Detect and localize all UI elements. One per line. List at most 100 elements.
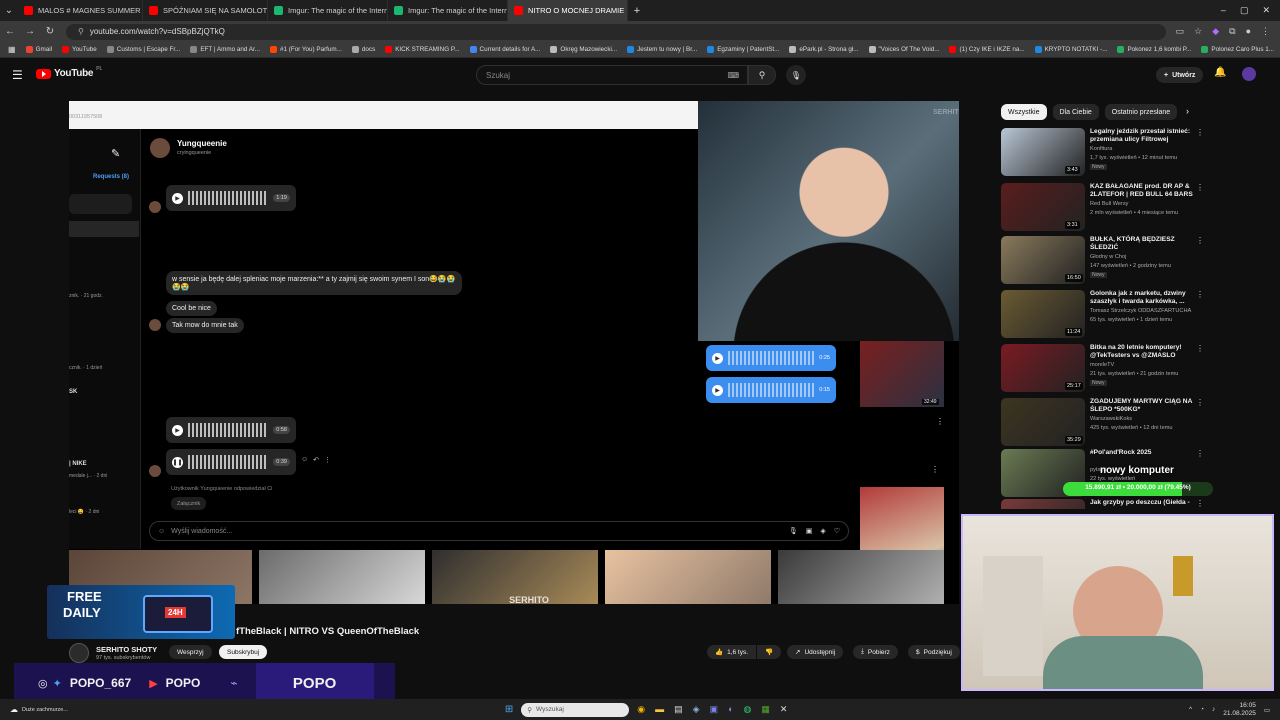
rec-title[interactable]: KAZ BAŁAGANE prod. DR AP & 2LATEFOR | RE…	[1090, 183, 1196, 199]
rec-channel[interactable]: moreleTV	[1090, 362, 1114, 368]
share-button[interactable]: ↗ Udostępnij	[787, 645, 844, 659]
search-button[interactable]: ⚲	[748, 65, 776, 85]
browser-tab[interactable]: NITRO O MOCNEJ DRAMIE🔊✕	[508, 0, 628, 21]
bookmark-item[interactable]: Customs | Escape Fr...	[106, 46, 180, 53]
browser-tab[interactable]: Imgur: The magic of the Intern✕	[388, 0, 508, 21]
obs-icon[interactable]: ✕	[780, 704, 788, 715]
browser-tab[interactable]: SPÓŹNIAM SIĘ NA SAMOLOT✕	[143, 0, 268, 21]
bookmark-item[interactable]: #1 (For You) Parfum...	[269, 46, 342, 53]
rec-channel[interactable]: WarszawskiKoks	[1090, 416, 1132, 422]
rec-title[interactable]: Bitka na 20 letnie komputery! @TekTester…	[1090, 344, 1196, 360]
bookmark-item[interactable]: ePark.pl - Strona gł...	[789, 46, 859, 53]
folder-icon[interactable]: ▬	[655, 704, 664, 715]
recommendation-item[interactable]: Jak grzyby po deszczu (Giełda - ...⋮	[1001, 499, 1201, 509]
rec-more-icon[interactable]: ⋮	[1196, 128, 1204, 137]
url-field[interactable]: ⚲ youtube.com/watch?v=dSBpBZjQTkQ	[66, 23, 1166, 40]
close-window-icon[interactable]: ✕	[1262, 5, 1270, 16]
account-avatar[interactable]	[1242, 67, 1256, 81]
rec-more-icon[interactable]: ⋮	[1196, 398, 1204, 407]
voice-message-playing[interactable]: ❚❚ 0:39	[166, 449, 296, 475]
pause-icon[interactable]: ❚❚	[172, 456, 183, 468]
tab-search-icon[interactable]: ⌄	[0, 5, 18, 16]
keyboard-icon[interactable]: ⌨	[727, 71, 739, 80]
voice-message[interactable]: ▶ 0:58	[166, 417, 296, 443]
browser-tab[interactable]: MALOS # MAGNES SUMMER✕	[18, 0, 143, 21]
play-icon[interactable]: ▶	[172, 192, 183, 204]
rec-channel[interactable]: Konfitura	[1090, 146, 1112, 152]
maximize-icon[interactable]: ▢	[1240, 5, 1249, 16]
channel-avatar[interactable]	[69, 643, 89, 663]
rec-channel[interactable]: Tomasz Strzelczyk ODDASZFARTUCHA	[1090, 308, 1191, 314]
youtube-logo[interactable]: YouTube PL	[36, 66, 102, 79]
recommendation-item[interactable]: 35:29 ZGADUJEMY MARTWY CIĄG NA ŚLEPO *500…	[1001, 398, 1204, 448]
recommendation-item[interactable]: 3:43 Legalny jeździk przestał istnieć: pr…	[1001, 128, 1204, 178]
rec-title[interactable]: ZGADUJEMY MARTWY CIĄG NA ŚLEPO *500KG*	[1090, 398, 1196, 414]
bookmark-item[interactable]: Jestem tu nowy | Br...	[627, 46, 697, 53]
bookmark-item[interactable]: (1) Czy IKE i IKZE na...	[949, 46, 1025, 53]
hamburger-menu-icon[interactable]: ☰	[12, 68, 23, 82]
network-icon[interactable]: ◔	[1200, 706, 1204, 713]
like-button[interactable]: 👍 1,6 tys.	[707, 645, 757, 659]
rec-title[interactable]: Legalny jeździk przestał istnieć: przemi…	[1090, 128, 1196, 144]
more-icon[interactable]: ⋮	[324, 456, 331, 464]
bookmark-item[interactable]: KRYPTO NOTATKI -...	[1034, 46, 1107, 53]
dm-search-field[interactable]	[69, 194, 132, 214]
profile-icon[interactable]: ●	[1246, 26, 1251, 37]
rec-more-icon[interactable]: ⋮	[1196, 449, 1204, 458]
sent-voice-message[interactable]: ▶ 0:15	[706, 377, 836, 403]
new-tab-button[interactable]: +	[628, 5, 646, 17]
rec-more-icon[interactable]: ⋮	[1196, 499, 1201, 508]
browser-menu-icon[interactable]: ⋮	[1261, 26, 1270, 37]
rec-more-icon[interactable]: ⋮	[1196, 290, 1204, 299]
minecraft-icon[interactable]: ▦	[761, 704, 770, 715]
bookmark-item[interactable]: KICK STREAMING P...	[385, 46, 460, 53]
play-icon[interactable]: ▶	[712, 352, 723, 364]
compose-icon[interactable]: ✎	[111, 147, 120, 160]
chip-recent[interactable]: Ostatnio przesłane	[1104, 104, 1178, 120]
xbox-icon[interactable]: ◍	[744, 704, 752, 715]
rec-more-icon[interactable]: ⋮	[1196, 236, 1204, 245]
chip-all[interactable]: Wszystkie	[1001, 104, 1047, 120]
voice-message[interactable]: ▶ 1:19	[166, 185, 296, 211]
chips-next-icon[interactable]: ›	[1186, 106, 1189, 116]
channel-name[interactable]: SERHITO SHOTY	[96, 645, 157, 654]
rec-thumbnail[interactable]	[1001, 499, 1085, 509]
tray-chevron-icon[interactable]: ^	[1189, 706, 1192, 713]
store-icon[interactable]: ▤	[674, 704, 683, 715]
bookmark-item[interactable]: Okręg Mazowiecki...	[550, 46, 617, 53]
recommendation-item[interactable]: 11:24 Golonka jak z marketu, dzwiny szasz…	[1001, 290, 1204, 340]
windows-start-icon[interactable]: ⊞	[505, 704, 513, 715]
bookmark-item[interactable]: YouTube	[62, 46, 97, 53]
download-button[interactable]: ⤓ Pobierz	[853, 645, 898, 659]
rec-channel[interactable]: Red Bull Wersy	[1090, 201, 1128, 207]
bookmark-item[interactable]: Gmail	[25, 46, 52, 53]
recommendation-item[interactable]: 16:50 BUŁKA, KTÓRĄ BĘDZIESZ ŚLEDZIĆ Głodny…	[1001, 236, 1204, 286]
bookmark-item[interactable]: Polonez Caro Plus 1...	[1201, 46, 1274, 53]
bookmark-star-icon[interactable]: ☆	[1194, 26, 1202, 37]
dislike-button[interactable]: 👎	[757, 645, 782, 659]
dm-message-input[interactable]: ☺ Wyślij wiadomość... 🎙 ▣ ◈ ♡	[149, 521, 849, 541]
emoji-react-icon[interactable]: ☺	[301, 456, 308, 464]
bookmark-item[interactable]: EFT | Ammo and Ar...	[190, 46, 260, 53]
requests-tab[interactable]: Requests (8)	[93, 174, 129, 180]
apps-grid-icon[interactable]: ▦	[8, 45, 16, 54]
teams-icon[interactable]: ▣	[710, 704, 719, 715]
notifications-bell-icon[interactable]: 🔔	[1214, 67, 1226, 78]
bookmark-item[interactable]: docs	[351, 46, 375, 53]
rec-channel[interactable]: Głodny w Choj	[1090, 254, 1126, 260]
sent-voice-message[interactable]: ▶ 0:25	[706, 345, 836, 371]
recommendation-item[interactable]: 3:31 KAZ BAŁAGANE prod. DR AP & 2LATEFOR …	[1001, 183, 1204, 233]
site-info-icon[interactable]: ⚲	[78, 27, 84, 36]
more-icon[interactable]: ⋮	[936, 417, 944, 426]
forward-icon[interactable]: →	[20, 26, 40, 37]
rec-more-icon[interactable]: ⋮	[1196, 344, 1204, 353]
rec-more-icon[interactable]: ⋮	[1196, 183, 1204, 192]
extension-icon[interactable]: ◆	[1212, 26, 1219, 37]
reply-icon[interactable]: ↶	[313, 456, 319, 464]
notification-icon[interactable]: ▭	[1264, 706, 1270, 714]
suggested-thumbnail[interactable]	[860, 341, 944, 407]
mic-icon[interactable]: 🎙	[789, 527, 798, 535]
play-icon[interactable]: ▶	[712, 384, 723, 396]
discord-icon[interactable]: ◐	[728, 704, 733, 715]
cast-icon[interactable]: ▭	[1176, 26, 1185, 37]
